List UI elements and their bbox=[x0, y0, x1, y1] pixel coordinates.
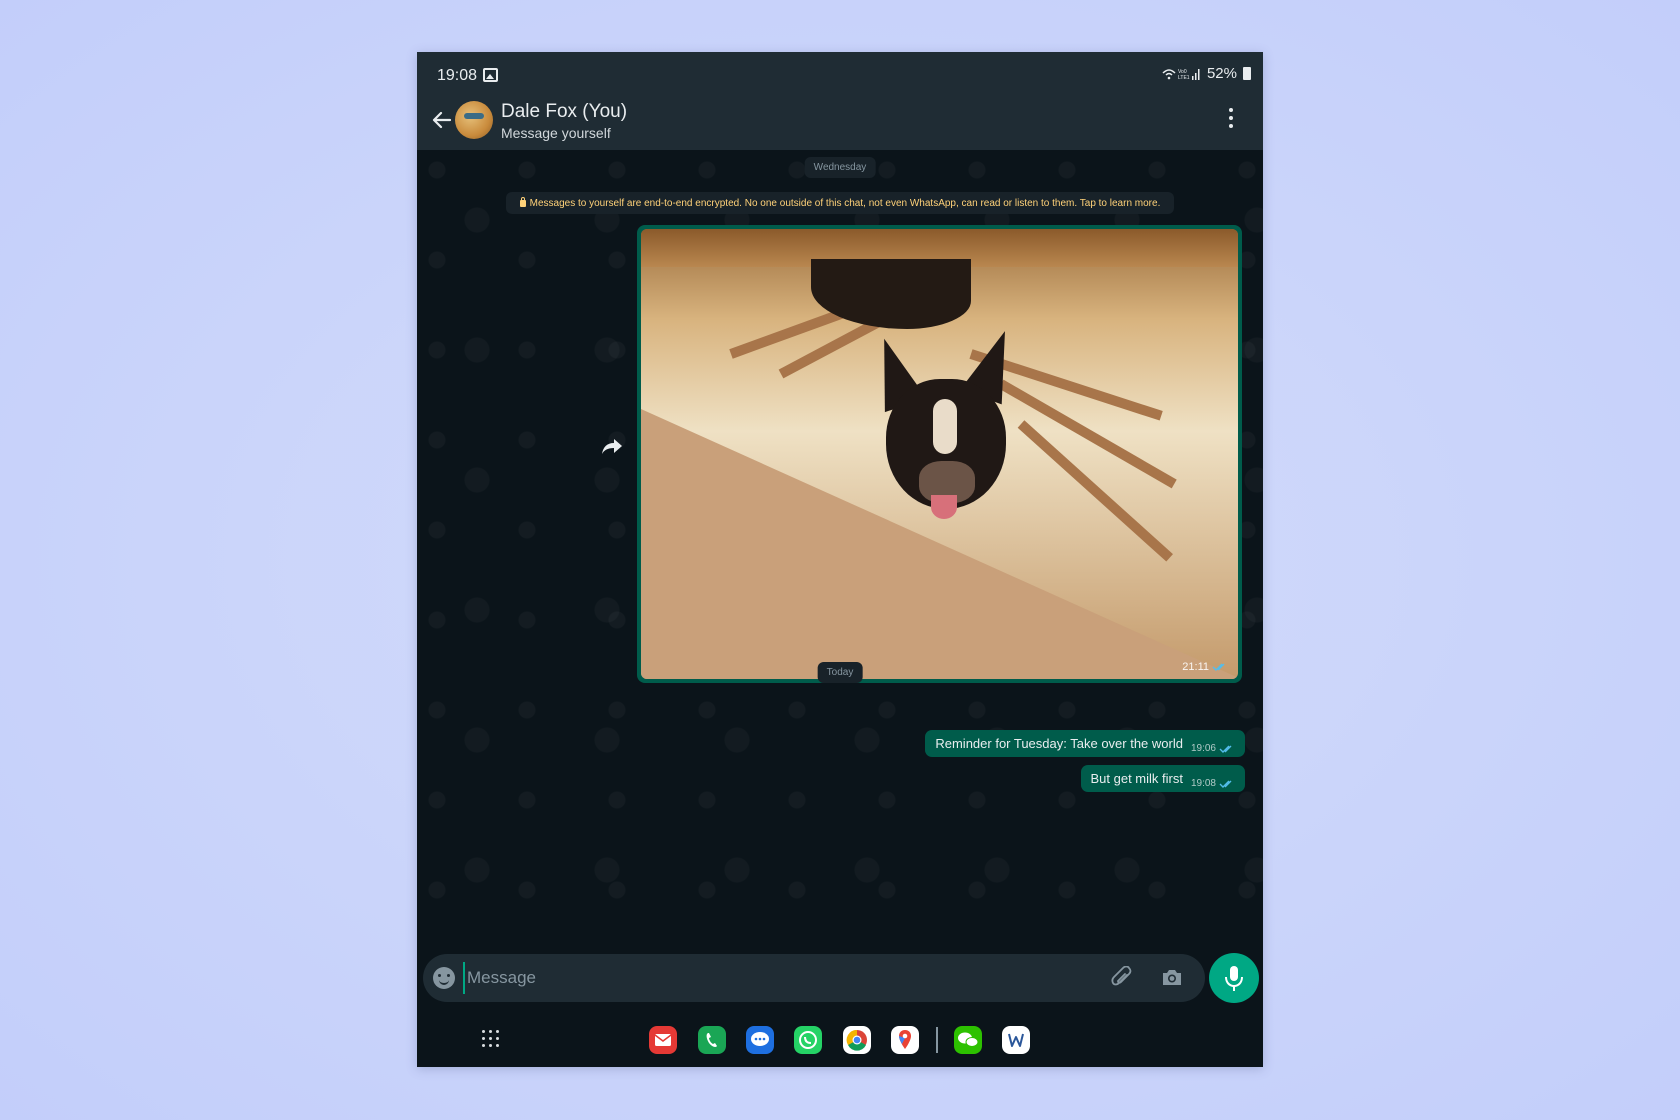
microphone-icon bbox=[1225, 966, 1243, 991]
more-options-icon[interactable] bbox=[1229, 108, 1235, 128]
app-drawer-icon[interactable] bbox=[481, 1029, 501, 1049]
lock-icon bbox=[519, 196, 526, 207]
image-notification-icon bbox=[483, 68, 498, 82]
photo-time: 21:11 bbox=[1182, 661, 1209, 673]
battery-percent: 52% bbox=[1206, 65, 1237, 82]
message-composer bbox=[423, 954, 1205, 1002]
date-chip-today: Today bbox=[817, 662, 863, 683]
status-bar: 19:08 Vo0 LTE1 52% bbox=[417, 52, 1263, 98]
read-ticks-icon bbox=[1219, 780, 1232, 788]
encryption-notice-text: Messages to yourself are end-to-end encr… bbox=[529, 197, 1161, 209]
chrome-app-icon[interactable] bbox=[843, 1026, 871, 1054]
message-bubble[interactable]: Reminder for Tuesday: Take over the worl… bbox=[925, 730, 1245, 757]
message-meta: 19:08 bbox=[1191, 778, 1235, 789]
app-dock bbox=[417, 1012, 1263, 1067]
whatsapp-app-icon[interactable] bbox=[794, 1026, 822, 1054]
avatar[interactable] bbox=[455, 101, 493, 139]
phone-screen: 19:08 Vo0 LTE1 52% Dale Fox (You) Messag… bbox=[417, 52, 1263, 1067]
photo-message[interactable]: 21:11 bbox=[637, 225, 1242, 683]
status-right: Vo0 LTE1 52% bbox=[1161, 65, 1251, 82]
photo-meta: 21:11 bbox=[1182, 661, 1228, 673]
contact-name[interactable]: Dale Fox (You) bbox=[501, 101, 627, 123]
message-text: Reminder for Tuesday: Take over the worl… bbox=[935, 736, 1183, 751]
message-meta: 19:06 bbox=[1191, 743, 1235, 754]
emoji-icon[interactable] bbox=[433, 967, 455, 989]
message-time: 19:06 bbox=[1190, 743, 1216, 754]
chat-area: Wednesday Messages to yourself are end-t… bbox=[417, 150, 1263, 952]
phone-app-icon[interactable] bbox=[698, 1026, 726, 1054]
message-bubble[interactable]: But get milk first 19:08 bbox=[1080, 765, 1245, 792]
forward-icon[interactable] bbox=[600, 437, 624, 455]
word-app-icon[interactable] bbox=[1002, 1026, 1030, 1054]
maps-app-icon[interactable] bbox=[891, 1026, 919, 1054]
status-time: 19:08 bbox=[437, 67, 478, 84]
attach-icon[interactable] bbox=[1111, 966, 1133, 990]
wechat-app-icon[interactable] bbox=[954, 1026, 982, 1054]
message-time: 19:08 bbox=[1190, 778, 1216, 789]
message-text: But get milk first bbox=[1090, 771, 1183, 786]
contact-subtitle: Message yourself bbox=[501, 125, 611, 141]
signal-icon: Vo0 LTE1 bbox=[1162, 68, 1200, 81]
dog-photo[interactable]: 21:11 bbox=[641, 229, 1238, 679]
message-input[interactable] bbox=[463, 962, 1063, 994]
dock-divider bbox=[936, 1027, 938, 1053]
battery-icon bbox=[1243, 67, 1251, 80]
email-app-icon[interactable] bbox=[649, 1026, 677, 1054]
messages-app-icon[interactable] bbox=[746, 1026, 774, 1054]
voice-message-button[interactable] bbox=[1209, 953, 1259, 1003]
encryption-notice[interactable]: Messages to yourself are end-to-end encr… bbox=[506, 192, 1174, 214]
camera-icon[interactable] bbox=[1161, 967, 1183, 987]
read-ticks-icon bbox=[1219, 745, 1232, 753]
date-chip-wednesday: Wednesday bbox=[804, 157, 876, 178]
back-arrow-icon[interactable] bbox=[431, 109, 453, 131]
chat-header: Dale Fox (You) Message yourself bbox=[417, 98, 1263, 150]
svg-text:LTE1: LTE1 bbox=[1178, 75, 1190, 81]
read-ticks-icon bbox=[1212, 663, 1225, 671]
